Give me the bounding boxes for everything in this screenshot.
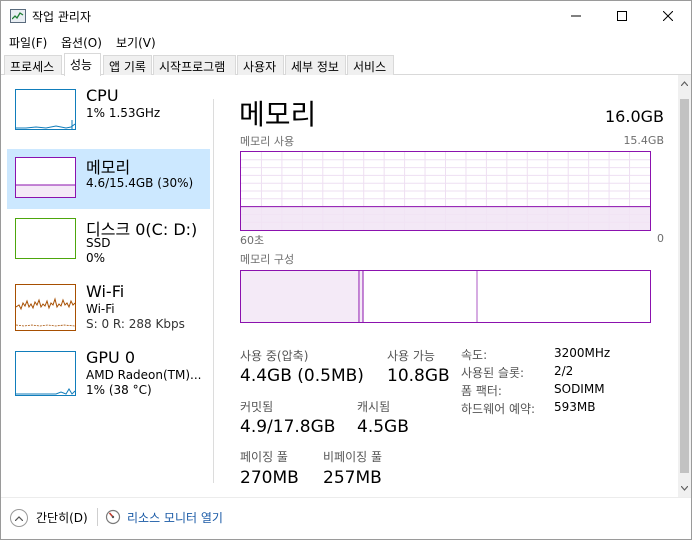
menu-file[interactable]: 파일(F) <box>9 34 47 51</box>
tab-processes[interactable]: 프로세스 <box>4 55 62 75</box>
task-manager-window: 작업 관리자 파일(F) 옵션(O) 보기(V) 프로세스 성능 앱 기록 시작… <box>0 0 692 540</box>
sidebar-item-gpu[interactable]: GPU 0 AMD Radeon(TM)... 1% (38 °C) <box>7 347 210 407</box>
composition-in-use-segment <box>241 271 359 322</box>
scrollbar-thumb[interactable] <box>680 99 689 473</box>
in-use-label: 사용 중(압축) <box>240 349 309 363</box>
tab-app-history[interactable]: 앱 기록 <box>103 55 152 75</box>
cpu-mini-graph <box>16 120 76 129</box>
hardware-reserved-value: 593MB <box>554 400 596 414</box>
sidebar-gpu-usage: 1% (38 °C) <box>86 383 152 397</box>
memory-composition-bar <box>240 270 651 323</box>
fewer-details-button[interactable] <box>10 509 28 527</box>
memory-mini-graph <box>16 184 75 197</box>
sidebar-memory-usage: 4.6/15.4GB (30%) <box>86 176 194 190</box>
sidebar-memory-title: 메모리 <box>86 158 131 177</box>
chevron-up-icon <box>681 81 688 86</box>
memory-usage-area <box>241 206 650 230</box>
window-title: 작업 관리자 <box>32 10 92 24</box>
menu-bar: 파일(F) 옵션(O) 보기(V) <box>1 31 691 53</box>
memory-usage-graph <box>240 151 651 231</box>
footer-bar: 간단히(D) 리소스 모니터 열기 <box>1 497 691 539</box>
graph-time-start: 60초 <box>240 234 265 247</box>
paged-pool-label: 페이징 풀 <box>240 450 288 464</box>
slots-used-value: 2/2 <box>554 364 574 378</box>
available-value: 10.8GB <box>387 366 450 386</box>
sidebar-gpu-title: GPU 0 <box>86 348 136 367</box>
performance-content: CPU 1% 1.53GHz 메모리 4.6/15.4GB (30%) 디스크 … <box>1 75 691 497</box>
wifi-mini-graph <box>15 297 76 327</box>
sidebar-item-disk[interactable]: 디스크 0(C: D:) SSD 0% <box>7 215 210 275</box>
paged-pool-value: 270MB <box>240 468 299 488</box>
memory-total-capacity: 16.0GB <box>605 107 664 126</box>
scroll-down-button[interactable] <box>678 480 691 497</box>
footer-separator <box>97 508 98 526</box>
maximize-icon <box>617 11 627 21</box>
tab-details[interactable]: 세부 정보 <box>285 55 346 75</box>
cached-label: 캐시됨 <box>357 400 391 414</box>
speed-label: 속도: <box>461 348 488 362</box>
fewer-details-label[interactable]: 간단히(D) <box>36 509 88 526</box>
tab-bar: 프로세스 성능 앱 기록 시작프로그램 사용자 세부 정보 서비스 <box>1 53 691 76</box>
close-icon <box>663 11 673 21</box>
chevron-up-icon <box>15 515 23 521</box>
sidebar-disk-type: SSD <box>86 236 111 250</box>
memory-detail-panel: 메모리 16.0GB 메모리 사용 15.4GB 60초 0 메모리 구성 사용… <box>214 75 678 497</box>
sidebar-wifi-title: Wi-Fi <box>86 282 125 301</box>
resource-monitor-icon[interactable] <box>105 509 121 525</box>
available-label: 사용 가능 <box>387 349 435 363</box>
in-use-value: 4.4GB (0.5MB) <box>240 366 364 386</box>
cached-value: 4.5GB <box>357 417 409 437</box>
sidebar-item-memory[interactable]: 메모리 4.6/15.4GB (30%) <box>7 149 210 209</box>
tab-users[interactable]: 사용자 <box>237 55 284 75</box>
tab-services[interactable]: 서비스 <box>347 55 394 75</box>
chevron-down-icon <box>681 486 688 491</box>
sidebar-item-wifi[interactable]: Wi-Fi Wi-Fi S: 0 R: 288 Kbps <box>7 281 210 341</box>
menu-view[interactable]: 보기(V) <box>116 34 156 51</box>
form-factor-value: SODIMM <box>554 382 605 396</box>
scroll-up-button[interactable] <box>678 75 691 92</box>
tab-startup[interactable]: 시작프로그램 <box>153 55 236 75</box>
menu-options[interactable]: 옵션(O) <box>61 34 102 51</box>
sidebar-cpu-title: CPU <box>86 86 119 105</box>
tab-performance[interactable]: 성능 <box>64 53 101 76</box>
gpu-thumbnail-graph <box>15 351 76 396</box>
memory-thumbnail-graph <box>15 157 76 198</box>
memory-page-title: 메모리 <box>239 98 317 131</box>
sidebar-disk-usage: 0% <box>86 251 106 265</box>
memory-usage-max: 15.4GB <box>623 134 664 147</box>
minimize-icon <box>571 15 581 17</box>
sidebar-item-cpu[interactable]: CPU 1% 1.53GHz <box>7 85 210 145</box>
task-manager-app-icon <box>10 9 26 23</box>
disk-thumbnail-graph <box>15 218 76 259</box>
slots-used-label: 사용된 슬롯: <box>461 366 525 380</box>
minimize-button[interactable] <box>553 1 599 31</box>
title-bar: 작업 관리자 <box>1 1 691 31</box>
memory-composition-label: 메모리 구성 <box>240 253 295 266</box>
cpu-thumbnail-graph <box>15 89 76 130</box>
gpu-mini-graph <box>16 388 76 395</box>
sidebar-wifi-throughput: S: 0 R: 288 Kbps <box>86 317 185 331</box>
speed-value: 3200MHz <box>554 346 611 360</box>
close-button[interactable] <box>645 1 691 31</box>
maximize-button[interactable] <box>599 1 645 31</box>
hardware-reserved-label: 하드웨어 예약: <box>461 402 536 416</box>
graph-time-end: 0 <box>657 232 664 245</box>
nonpaged-pool-value: 257MB <box>323 468 382 488</box>
memory-usage-chart <box>241 152 650 230</box>
sidebar-cpu-usage: 1% 1.53GHz <box>86 106 161 120</box>
wifi-thumbnail-graph <box>15 284 76 331</box>
nonpaged-pool-label: 비페이징 풀 <box>323 450 383 464</box>
memory-usage-label: 메모리 사용 <box>240 135 295 148</box>
committed-value: 4.9/17.8GB <box>240 417 336 437</box>
open-resource-monitor-link[interactable]: 리소스 모니터 열기 <box>127 509 223 526</box>
committed-label: 커밋됨 <box>240 400 274 414</box>
resource-sidebar: CPU 1% 1.53GHz 메모리 4.6/15.4GB (30%) 디스크 … <box>1 75 214 497</box>
memory-composition-chart <box>241 271 478 322</box>
vertical-scrollbar[interactable] <box>678 75 691 497</box>
sidebar-wifi-name: Wi-Fi <box>86 302 115 316</box>
sidebar-gpu-model: AMD Radeon(TM)... <box>86 368 202 382</box>
form-factor-label: 폼 팩터: <box>461 384 502 398</box>
